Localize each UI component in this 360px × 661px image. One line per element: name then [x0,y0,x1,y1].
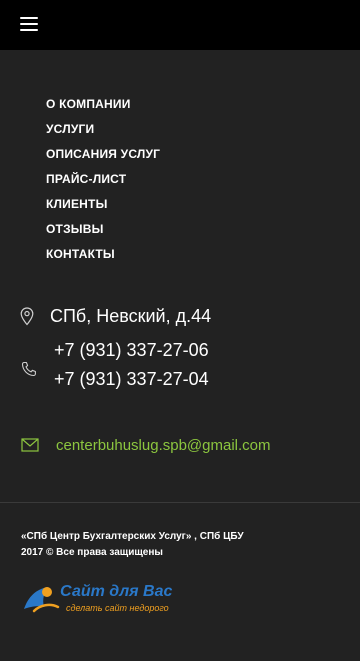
logo-mascot-icon [20,583,60,620]
map-pin-icon [20,307,34,331]
address-text: СПб, Невский, д.44 [50,306,212,326]
menu-item-service-descriptions[interactable]: ОПИСАНИЯ УСЛУГ [46,147,160,172]
main-menu: О КОМПАНИИ УСЛУГИ ОПИСАНИЯ УСЛУГ ПРАЙС-Л… [46,97,160,272]
email-link[interactable]: centerbuhuslug.spb@gmail.com [56,437,271,454]
site-for-you-logo[interactable]: Сайт для Вас сделать сайт недорого [20,581,200,617]
email-row: centerbuhuslug.spb@gmail.com [0,435,360,459]
logo-title: Сайт для Вас [60,583,173,600]
copyright-line-2: 2017 © Все права защищены [21,547,163,558]
phone-link-2[interactable]: +7 (931) 337-27-04 [54,369,209,390]
menu-item-reviews[interactable]: ОТЗЫВЫ [46,222,160,247]
top-bar [0,0,360,50]
menu-item-price-list[interactable]: ПРАЙС-ЛИСТ [46,172,160,197]
copyright-block: «СПб Центр Бухгалтерских Услуг» , СПб ЦБ… [21,529,341,561]
menu-item-clients[interactable]: КЛИЕНТЫ [46,197,160,222]
footer-divider [0,502,360,503]
phones-row: +7 (931) 337-27-06 +7 (931) 337-27-04 [0,340,360,396]
menu-item-contacts[interactable]: КОНТАКТЫ [46,247,160,272]
phone-link-1[interactable]: +7 (931) 337-27-06 [54,340,209,361]
phone-icon [21,361,37,382]
menu-item-services[interactable]: УСЛУГИ [46,122,160,147]
hamburger-icon[interactable] [20,17,38,31]
envelope-icon [21,438,39,457]
address-row: СПб, Невский, д.44 [0,304,360,330]
copyright-line-1: «СПб Центр Бухгалтерских Услуг» , СПб ЦБ… [21,531,244,542]
menu-item-about[interactable]: О КОМПАНИИ [46,97,160,122]
logo-subtitle: сделать сайт недорого [66,603,169,613]
